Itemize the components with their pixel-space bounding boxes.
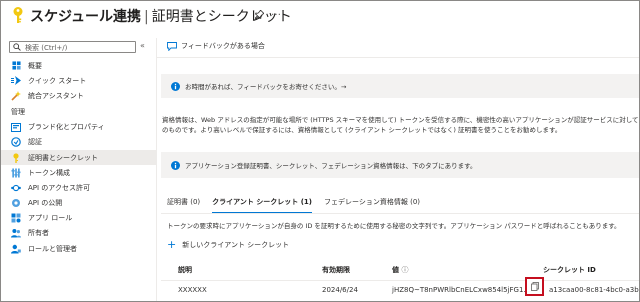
quickstart-icon	[11, 76, 21, 86]
authentication-icon	[11, 137, 21, 148]
feedback-link[interactable]: フィードバックがある場合	[167, 41, 265, 51]
page-header: スケジュール連携 | 証明書とシークレット …	[1, 1, 639, 31]
search-placeholder: 検索 (Ctrl+/)	[25, 44, 68, 52]
app-roles-icon	[11, 213, 21, 223]
pin-icon[interactable]	[254, 9, 265, 21]
table-row: XXXXXX 2024/6/24 jHZ8Q~T8nPWRlbCnELCxw85…	[161, 277, 639, 298]
feedback-icon	[167, 41, 177, 51]
tab-client-secrets[interactable]: クライアント シークレット (1)	[212, 197, 313, 214]
sidebar-item-label: API の公開	[28, 199, 63, 208]
sidebar-item-app-roles[interactable]: アプリ ロール	[1, 211, 156, 226]
info-icon	[171, 160, 180, 170]
key-icon	[11, 6, 25, 26]
sidebar-item-label: ブランド化とプロパティ	[28, 123, 105, 132]
search-input[interactable]: 検索 (Ctrl+/)	[9, 41, 136, 53]
sidebar-item-certificates-secrets[interactable]: 証明書とシークレット	[1, 149, 156, 166]
app-registration-banner-text: アプリケーション登録証明書、シークレット、フェデレーション資格情報は、下のタブに…	[185, 162, 477, 170]
feedback-banner[interactable]: お時間があれば、フィードバックをお寄せください。→	[161, 74, 639, 98]
secrets-table-header: 説明 有効期限 値 ⓘ シークレット ID	[161, 262, 639, 276]
plus-icon: +	[167, 238, 177, 251]
sidebar-item-expose-api[interactable]: API の公開	[1, 196, 156, 211]
sidebar-item-owners[interactable]: 所有者	[1, 226, 156, 241]
overview-icon	[11, 61, 21, 71]
sidebar-item-label: API のアクセス許可	[28, 183, 90, 192]
expose-api-icon	[11, 198, 21, 208]
secret-id[interactable]: a13caa00-8c81-4bc0-a3b0-3f...	[549, 286, 639, 294]
tab-certificates[interactable]: 証明書 (0)	[167, 197, 200, 214]
owners-icon	[11, 228, 21, 238]
secret-description: XXXXXX	[178, 286, 207, 294]
sidebar-item-api-permissions[interactable]: API のアクセス許可	[1, 180, 156, 195]
roles-admins-icon	[11, 244, 21, 254]
sidebar-item-overview[interactable]: 概要	[1, 58, 156, 73]
api-permissions-icon	[11, 183, 21, 193]
column-header-value-label: 値	[392, 266, 399, 274]
token-config-icon	[11, 168, 21, 178]
section-manage: 管理	[11, 107, 25, 116]
sidebar-item-authentication[interactable]: 認証	[1, 135, 156, 150]
copy-value-button[interactable]	[525, 277, 544, 296]
sidebar-item-branding[interactable]: ブランド化とプロパティ	[1, 120, 156, 135]
sidebar-item-label: 統合アシスタント	[28, 91, 84, 100]
app-title: スケジュール連携	[30, 9, 142, 25]
credentials-description-line: 資格情報は、Web アドレスの指定が可能な場所で (HTTPS スキーマを使用し…	[162, 116, 639, 124]
sidebar-item-label: アプリ ロール	[28, 214, 73, 223]
info-icon[interactable]: ⓘ	[401, 266, 408, 274]
sidebar-item-label: 証明書とシークレット	[28, 153, 98, 162]
sidebar-item-label: クイック スタート	[28, 76, 87, 85]
title-separator: |	[144, 9, 149, 25]
feedback-banner-text: お時間があれば、フィードバックをお寄せください。→	[185, 83, 347, 91]
client-secret-description: トークンの要求時にアプリケーションが自身の ID を証明するために使用する秘密の…	[167, 222, 621, 230]
new-client-secret-label: 新しいクライアント シークレット	[182, 241, 290, 249]
key-icon	[11, 152, 21, 163]
sidebar-item-token-config[interactable]: トークン構成	[1, 165, 156, 180]
sidebar-item-label: 概要	[28, 61, 42, 70]
collapse-sidebar-icon[interactable]: «	[140, 41, 145, 50]
sidebar-item-label: ロールと管理者	[28, 244, 77, 253]
command-bar-divider	[157, 57, 639, 58]
sidebar-item-quickstart[interactable]: クイック スタート	[1, 73, 156, 88]
sidebar-nav: 概要 クイック スタート 統合アシスタント 管理 ブランド化とプロパティ 認証	[1, 58, 156, 256]
portal-window: スケジュール連携 | 証明書とシークレット … 検索 (Ctrl+/) « 概要 ク…	[0, 0, 640, 302]
main-content: フィードバックがある場合 お時間があれば、フィードバックをお寄せください。→ 資…	[157, 31, 639, 301]
secret-expires: 2024/6/24	[322, 286, 358, 294]
sidebar-item-label: 所有者	[28, 229, 49, 238]
search-icon	[13, 43, 21, 53]
column-header-value[interactable]: 値 ⓘ	[392, 265, 408, 275]
more-options-icon[interactable]: …	[271, 7, 282, 18]
sidebar-item-roles-admins[interactable]: ロールと管理者	[1, 241, 156, 256]
app-registration-banner: アプリケーション登録証明書、シークレット、フェデレーション資格情報は、下のタブに…	[161, 152, 639, 178]
branding-icon	[11, 122, 21, 132]
credential-tabs: 証明書 (0) クライアント シークレット (1) フェデレーション資格情報 (…	[167, 197, 432, 214]
integration-assistant-icon	[11, 90, 21, 101]
feedback-link-label: フィードバックがある場合	[181, 42, 265, 50]
tab-federated-credentials[interactable]: フェデレーション資格情報 (0)	[324, 197, 420, 214]
credentials-description: 資格情報は、Web アドレスの指定が可能な場所で (HTTPS スキーマを使用し…	[162, 115, 639, 135]
secret-value[interactable]: jHZ8Q~T8nPWRlbCnELCxw854l5jFG1...	[392, 286, 530, 294]
column-header-description[interactable]: 説明	[178, 265, 192, 275]
new-client-secret-button[interactable]: + 新しいクライアント シークレット	[167, 238, 290, 251]
tab-divider	[161, 213, 639, 214]
credentials-description-line: のものです。より高いレベルで保証するには、資格情報として (クライアント シーク…	[162, 126, 562, 134]
sidebar-item-label: 認証	[28, 138, 42, 147]
sidebar-item-integration-assistant[interactable]: 統合アシスタント	[1, 88, 156, 103]
sidebar: 検索 (Ctrl+/) « 概要 クイック スタート 統合アシスタント 管理 ブ…	[1, 38, 156, 301]
copy-icon	[530, 282, 539, 291]
column-header-secret-id[interactable]: シークレット ID	[543, 265, 596, 275]
sidebar-item-label: トークン構成	[28, 168, 70, 177]
info-icon	[171, 81, 180, 91]
column-header-expires[interactable]: 有効期限	[322, 265, 350, 275]
